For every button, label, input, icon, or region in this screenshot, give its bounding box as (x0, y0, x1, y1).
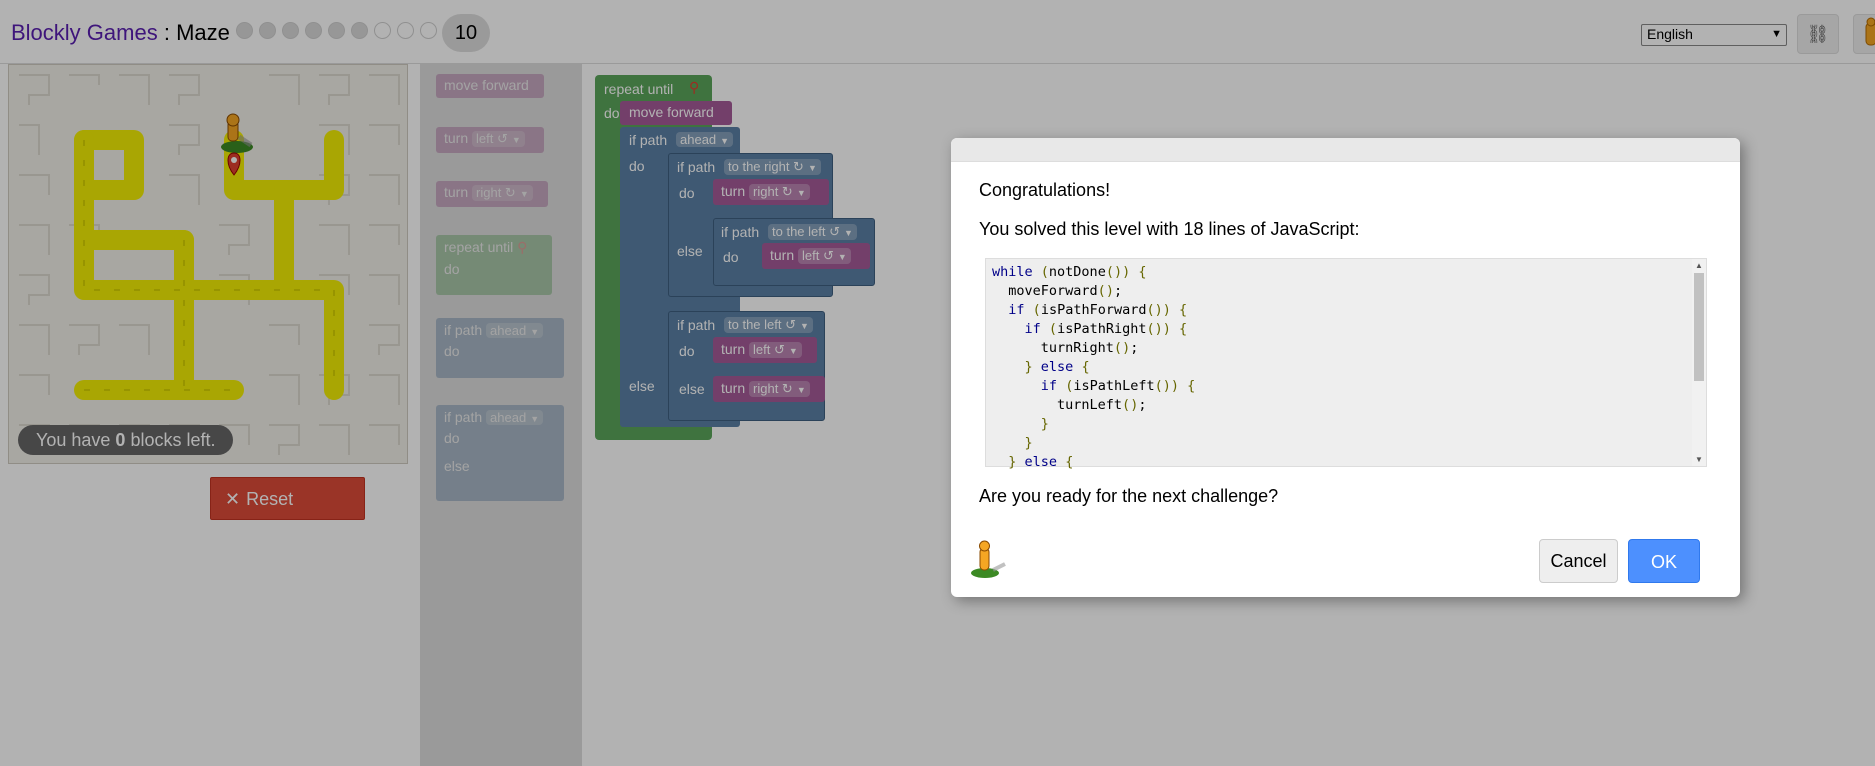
code-line: if (isPathLeft()) { (1040, 378, 1196, 394)
page: Blockly Games : Maze 10 English ▼ ⛓ You … (0, 0, 1875, 766)
next-challenge-message: Are you ready for the next challenge? (979, 486, 1279, 506)
code-viewer[interactable]: while (notDone()) { moveForward(); if (i… (985, 258, 1707, 470)
code-line: } else { (1008, 454, 1074, 470)
code-line: } (1024, 435, 1033, 451)
code-scrollbar[interactable]: ▲ ▼ (1692, 259, 1706, 466)
ok-button[interactable]: OK (1628, 539, 1700, 583)
congrats-heading: Congratulations! (979, 180, 1111, 200)
pegman-icon (969, 540, 1009, 585)
code-line: while (notDone()) { (992, 264, 1147, 280)
code-line: if (isPathForward()) { (1008, 302, 1188, 318)
scroll-down-icon[interactable]: ▼ (1695, 455, 1703, 464)
code-line: moveForward(); (992, 283, 1123, 299)
code-line: } (1040, 416, 1049, 432)
scrollbar-thumb[interactable] (1694, 273, 1704, 381)
congratulations-dialog: Congratulations! You solved this level w… (951, 138, 1740, 597)
code-line: if (isPathRight()) { (1024, 321, 1188, 337)
scroll-up-icon[interactable]: ▲ (1695, 261, 1703, 270)
code-text: while (notDone()) { moveForward(); if (i… (992, 263, 1195, 472)
dialog-titlebar[interactable] (951, 138, 1740, 162)
code-line: } else { (1024, 359, 1090, 375)
code-line: turnRight(); (992, 340, 1139, 356)
solved-message: You solved this level with 18 lines of J… (979, 219, 1360, 239)
code-line: turnLeft(); (992, 397, 1147, 413)
cancel-button[interactable]: Cancel (1539, 539, 1618, 583)
